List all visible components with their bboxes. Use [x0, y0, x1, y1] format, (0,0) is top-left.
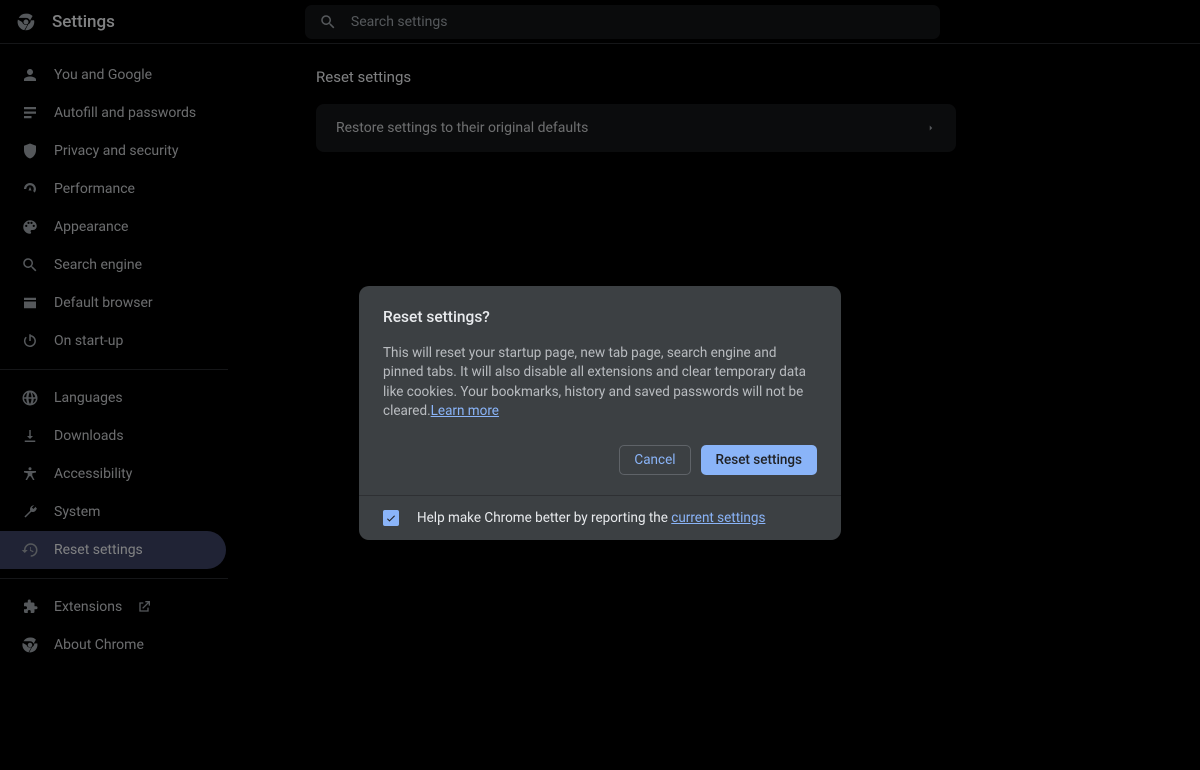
reset-button-label: Reset settings	[716, 452, 802, 468]
current-settings-link[interactable]: current settings	[671, 510, 765, 526]
learn-more-link[interactable]: Learn more	[431, 403, 499, 419]
dialog-backdrop: Reset settings? This will reset your sta…	[0, 0, 1200, 770]
dialog-title: Reset settings?	[383, 308, 817, 326]
report-settings-checkbox[interactable]	[383, 510, 399, 526]
dialog-body-text: This will reset your startup page, new t…	[383, 344, 817, 421]
cancel-button-label: Cancel	[634, 452, 675, 468]
reset-settings-dialog: Reset settings? This will reset your sta…	[359, 286, 841, 540]
footer-prefix: Help make Chrome better by reporting the	[417, 510, 671, 526]
footer-text: Help make Chrome better by reporting the…	[417, 510, 765, 526]
reset-settings-button[interactable]: Reset settings	[701, 445, 817, 475]
cancel-button[interactable]: Cancel	[619, 445, 690, 475]
dialog-footer: Help make Chrome better by reporting the…	[359, 495, 841, 540]
